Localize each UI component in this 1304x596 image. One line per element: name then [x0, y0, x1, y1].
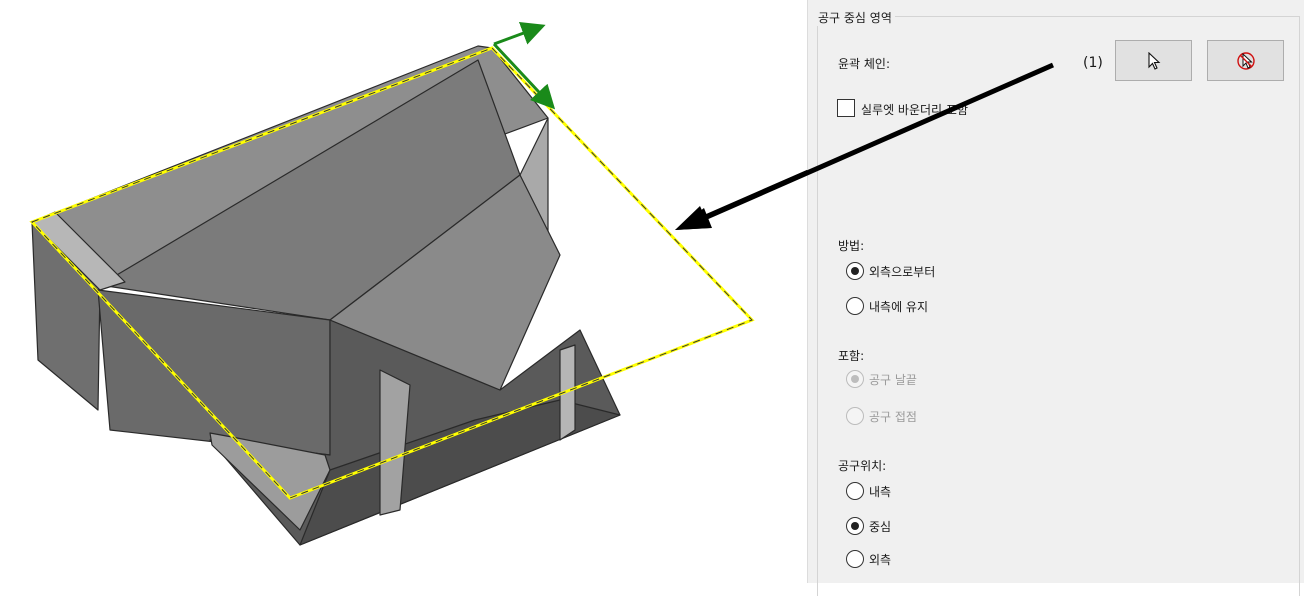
include-label: 포함:	[838, 349, 865, 363]
silhouette-checkbox[interactable]	[837, 99, 855, 117]
clear-chain-button[interactable]	[1207, 40, 1284, 81]
method-from-outside-radio[interactable]: 외측으로부터	[846, 262, 935, 280]
tool-position-center-label: 중심	[869, 519, 892, 534]
method-stay-inside-radio[interactable]: 내측에 유지	[846, 297, 928, 315]
cursor-cancel-icon	[1236, 51, 1255, 70]
tool-position-outside-label: 외측	[869, 552, 892, 567]
include-tool-contact-radio[interactable]: 공구 접점	[846, 407, 917, 425]
include-tool-tip-radio[interactable]: 공구 날끝	[846, 370, 917, 388]
contour-chain-label: 윤곽 체인:	[838, 57, 891, 71]
tool-position-center-radio[interactable]: 중심	[846, 517, 891, 535]
method-from-outside-label: 외측으로부터	[869, 264, 936, 279]
tool-position-inside-radio[interactable]: 내측	[846, 482, 891, 500]
include-tool-contact-label: 공구 접점	[869, 409, 917, 424]
part-model	[31, 45, 621, 546]
silhouette-label: 실루엣 바운더리 포함	[861, 103, 968, 117]
callout-arrow	[675, 169, 807, 230]
tool-position-inside-label: 내측	[869, 484, 892, 499]
cad-viewport[interactable]	[0, 0, 807, 583]
tool-position-label: 공구위치:	[838, 459, 887, 473]
method-label: 방법:	[838, 239, 865, 253]
part-model-view	[29, 21, 807, 546]
tool-position-outside-radio[interactable]: 외측	[846, 550, 891, 568]
method-stay-inside-label: 내측에 유지	[869, 299, 929, 314]
include-tool-tip-label: 공구 날끝	[869, 372, 917, 387]
chain-count: (1)	[1083, 55, 1103, 71]
group-title: 공구 중심 영역	[815, 9, 895, 26]
select-chain-button[interactable]	[1115, 40, 1192, 81]
cursor-arrow-icon	[1147, 51, 1160, 70]
